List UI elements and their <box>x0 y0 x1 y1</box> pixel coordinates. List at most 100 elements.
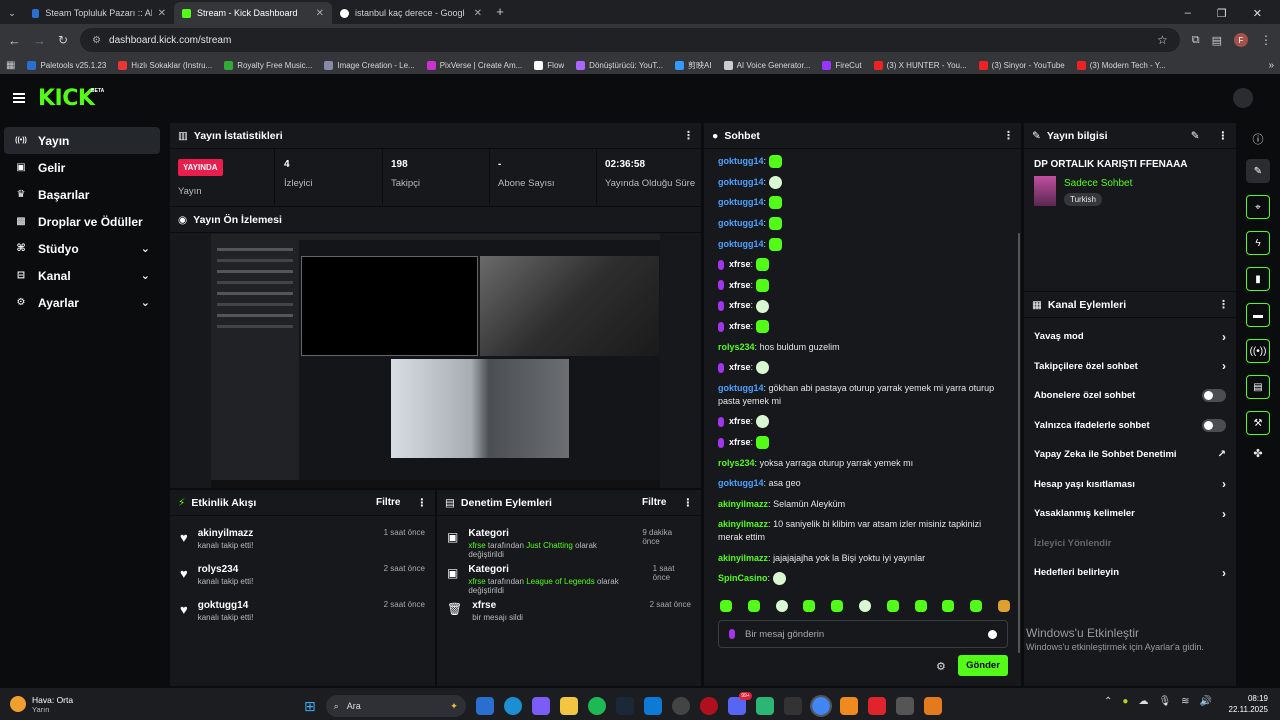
sidebar-item-trophy[interactable]: ♛ Başarılar <box>4 181 160 208</box>
send-button[interactable]: Gönder <box>958 655 1008 676</box>
sidebar-item-studio[interactable]: ⌘ Stüdyo ⌄ <box>4 235 160 262</box>
chat-username[interactable]: akinyilmazz <box>718 499 768 509</box>
chevron-down-icon[interactable]: ⌄ <box>141 296 150 309</box>
server-icon[interactable]: ▤ <box>1246 375 1270 399</box>
bookmark-item[interactable]: PixVerse | Create Am... <box>426 60 522 70</box>
file-explorer-icon[interactable] <box>559 697 578 715</box>
sidebar-toggle-icon[interactable]: ▤ <box>1212 34 1222 47</box>
sidebar-item-channel[interactable]: ⊟ Kanal ⌄ <box>4 262 160 289</box>
emote-quick-icon[interactable] <box>914 600 927 612</box>
wifi-icon[interactable]: ≋ <box>1181 696 1189 707</box>
bookmark-item[interactable]: (3) Modern Tech - Y... <box>1076 60 1166 70</box>
kick-logo[interactable]: KICK <box>38 86 95 111</box>
moderation-user[interactable]: xfrse <box>468 577 485 586</box>
sidebar-item-broadcast[interactable]: ((•)) Yayın <box>4 127 160 154</box>
tray-app-icon[interactable]: ● <box>1122 696 1128 707</box>
cloud-icon[interactable]: ☁ <box>1138 696 1148 707</box>
channel-action-item[interactable]: Takipçilere özel sohbet › <box>1024 352 1236 382</box>
emote-quick-icon[interactable] <box>831 600 844 612</box>
windows-start-icon[interactable]: ⊞ <box>304 698 316 715</box>
chat-icon[interactable]: ▬ <box>1246 303 1270 327</box>
moderation-menu-icon[interactable]: ⋮ <box>683 497 694 509</box>
app-icon-orange[interactable] <box>839 697 858 715</box>
app-icon-grid[interactable] <box>895 697 914 715</box>
chat-username[interactable]: rolys234 <box>718 458 755 468</box>
apps-grid-icon[interactable]: ▦ <box>6 60 15 71</box>
wrench-icon[interactable]: ⚒ <box>1246 411 1270 435</box>
chevron-down-icon[interactable]: ⌄ <box>141 242 150 255</box>
stream-info-menu-icon[interactable]: ⋮ <box>1218 130 1229 142</box>
info-icon[interactable]: ⓘ <box>1242 131 1274 147</box>
microphone-icon[interactable]: 🎙 <box>1158 696 1171 707</box>
bookmark-item[interactable]: Dönüştürücü: YouT... <box>576 60 663 70</box>
reload-icon[interactable]: ↻ <box>58 33 68 47</box>
channel-action-item[interactable]: Yapay Zeka ile Sohbet Denetimi ↗ <box>1024 440 1236 470</box>
category-thumbnail[interactable] <box>1034 176 1056 206</box>
site-info-icon[interactable]: ⚙ <box>92 35 101 46</box>
activity-user[interactable]: rolys234 <box>198 564 254 575</box>
bookmark-item[interactable]: Image Creation - Le... <box>324 60 415 70</box>
emote-quick-icon[interactable] <box>720 600 732 612</box>
chevron-down-icon[interactable]: ⌄ <box>141 269 150 282</box>
chrome-icon[interactable] <box>809 695 832 717</box>
chat-username[interactable]: xfrse <box>729 259 751 269</box>
chat-username[interactable]: akinyilmazz <box>718 519 768 529</box>
external-link-icon[interactable]: ↗ <box>1218 449 1226 460</box>
bookmark-item[interactable]: (3) Sinyor - YouTube <box>978 60 1065 70</box>
chat-username[interactable]: goktugg14 <box>718 156 764 166</box>
browser-tab[interactable]: Steam Topluluk Pazarı :: AK-47 | ✕ <box>24 2 174 24</box>
chat-username[interactable]: goktugg14 <box>718 218 764 228</box>
sidebar-item-wallet[interactable]: ▣ Gelir <box>4 154 160 181</box>
bookmark-item[interactable]: Flow <box>534 60 564 70</box>
broadcast-tool-icon[interactable]: ((•)) <box>1246 339 1270 363</box>
toggle-switch[interactable] <box>1202 389 1226 403</box>
chevron-right-icon[interactable]: › <box>1222 477 1226 491</box>
app-icon-red[interactable] <box>867 697 886 715</box>
chat-username[interactable]: xfrse <box>729 416 751 426</box>
new-tab-button[interactable]: + <box>490 2 510 24</box>
bookmark-star-icon[interactable]: ☆ <box>1157 33 1168 47</box>
chat-scrollbar[interactable] <box>1018 233 1020 653</box>
weather-widget[interactable]: Hava: Orta Yarın <box>0 695 200 714</box>
tab-search-icon[interactable]: ⌄ <box>0 2 24 24</box>
clock[interactable]: 08:19 22.11.2025 <box>1222 693 1268 715</box>
chevron-right-icon[interactable]: › <box>1222 566 1226 580</box>
taskbar-search[interactable]: ⌕ Ara ✦ <box>325 695 466 717</box>
emote-quick-icon[interactable] <box>942 600 955 612</box>
forward-icon[interactable]: → <box>33 33 46 48</box>
bookmark-item[interactable]: Paletools v25.1.23 <box>27 60 106 70</box>
steam-icon[interactable] <box>615 697 634 715</box>
moderation-target[interactable]: Just Chatting <box>526 541 573 550</box>
moderation-user[interactable]: xfrse <box>468 541 485 550</box>
bookmarks-more-button[interactable]: » <box>1268 60 1274 71</box>
chevron-right-icon[interactable]: › <box>1222 330 1226 344</box>
back-icon[interactable]: ← <box>8 33 21 48</box>
taskview-icon[interactable] <box>475 697 494 715</box>
activity-menu-icon[interactable]: ⋮ <box>417 497 428 509</box>
close-window-icon[interactable]: ✕ <box>1253 7 1262 20</box>
channel-action-item[interactable]: Yalnızca ifadelerle sohbet <box>1024 411 1236 441</box>
browser-menu-icon[interactable]: ⋮ <box>1260 33 1272 47</box>
chat-username[interactable]: xfrse <box>729 362 751 372</box>
chat-menu-icon[interactable]: ⋮ <box>1003 129 1014 142</box>
sidebar-item-gift[interactable]: ▩ Droplar ve Ödüller <box>4 208 160 235</box>
category-name[interactable]: Sadece Sohbet <box>1064 178 1132 189</box>
address-bar[interactable]: ⚙ dashboard.kick.com/stream ☆ <box>80 28 1180 52</box>
bookmark-item[interactable]: (3) X HUNTER - You... <box>873 60 967 70</box>
tab-close-icon[interactable]: ✕ <box>474 8 482 19</box>
vscode-icon[interactable] <box>643 697 662 715</box>
volume-icon[interactable]: 🔊 <box>1200 696 1212 707</box>
emote-quick-icon[interactable] <box>747 600 760 612</box>
app-icon-dark[interactable] <box>783 697 802 715</box>
tab-close-icon[interactable]: ✕ <box>316 8 324 19</box>
edit-stream-icon[interactable]: ✎ <box>1191 130 1200 142</box>
bookmark-item[interactable]: AI Voice Generator... <box>723 60 810 70</box>
chat-username[interactable]: goktugg14 <box>718 383 764 393</box>
apps-icon[interactable]: ✤ <box>1242 447 1274 460</box>
target-icon[interactable]: ⌖ <box>1246 195 1270 219</box>
chat-username[interactable]: xfrse <box>729 280 751 290</box>
chat-username[interactable]: SpinCasino <box>718 573 768 583</box>
activity-filter-button[interactable]: Filtre <box>376 497 400 508</box>
stats-menu-icon[interactable]: ⋮ <box>683 129 694 142</box>
channel-action-item[interactable]: Hedefleri belirleyin › <box>1024 558 1236 588</box>
